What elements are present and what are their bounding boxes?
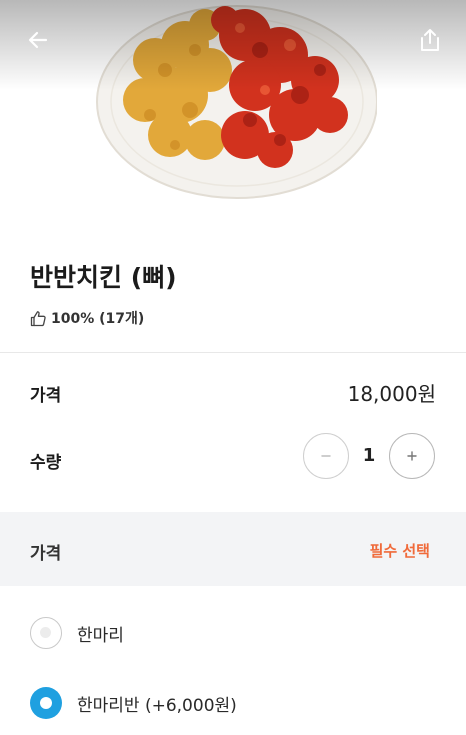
minus-icon: [321, 455, 331, 457]
radio-selected[interactable]: [30, 687, 62, 719]
share-icon: [421, 29, 439, 51]
back-button[interactable]: [18, 20, 58, 60]
price-label: 가격: [30, 386, 62, 406]
quantity-increase-button[interactable]: [389, 433, 435, 479]
option-label: 한마리반 (+6,000원): [77, 695, 237, 716]
quantity-value: 1: [362, 445, 376, 466]
thumbs-up-icon: [30, 310, 46, 326]
arrow-left-icon: [28, 31, 48, 49]
divider: [0, 352, 466, 353]
quantity-label: 수량: [30, 453, 62, 473]
header-gradient: [0, 0, 466, 90]
rating-text: 100% (17개): [51, 311, 145, 327]
product-hero: [0, 0, 466, 215]
option-section-title: 가격: [30, 544, 62, 564]
share-button[interactable]: [410, 20, 450, 60]
rating-summary: 100% (17개): [30, 308, 144, 328]
option-one-and-half-chicken[interactable]: 한마리반 (+6,000원): [30, 686, 237, 720]
option-section-header: 가격 필수 선택: [0, 512, 466, 586]
quantity-decrease-button[interactable]: [303, 433, 349, 479]
plus-icon: [407, 451, 417, 461]
price-value: 18,000원: [347, 382, 436, 406]
product-title: 반반치킨 (뼈): [30, 263, 177, 292]
option-one-chicken[interactable]: 한마리: [30, 616, 124, 650]
radio-unselected[interactable]: [30, 617, 62, 649]
required-badge: 필수 선택: [369, 542, 430, 560]
option-label: 한마리: [77, 625, 124, 646]
